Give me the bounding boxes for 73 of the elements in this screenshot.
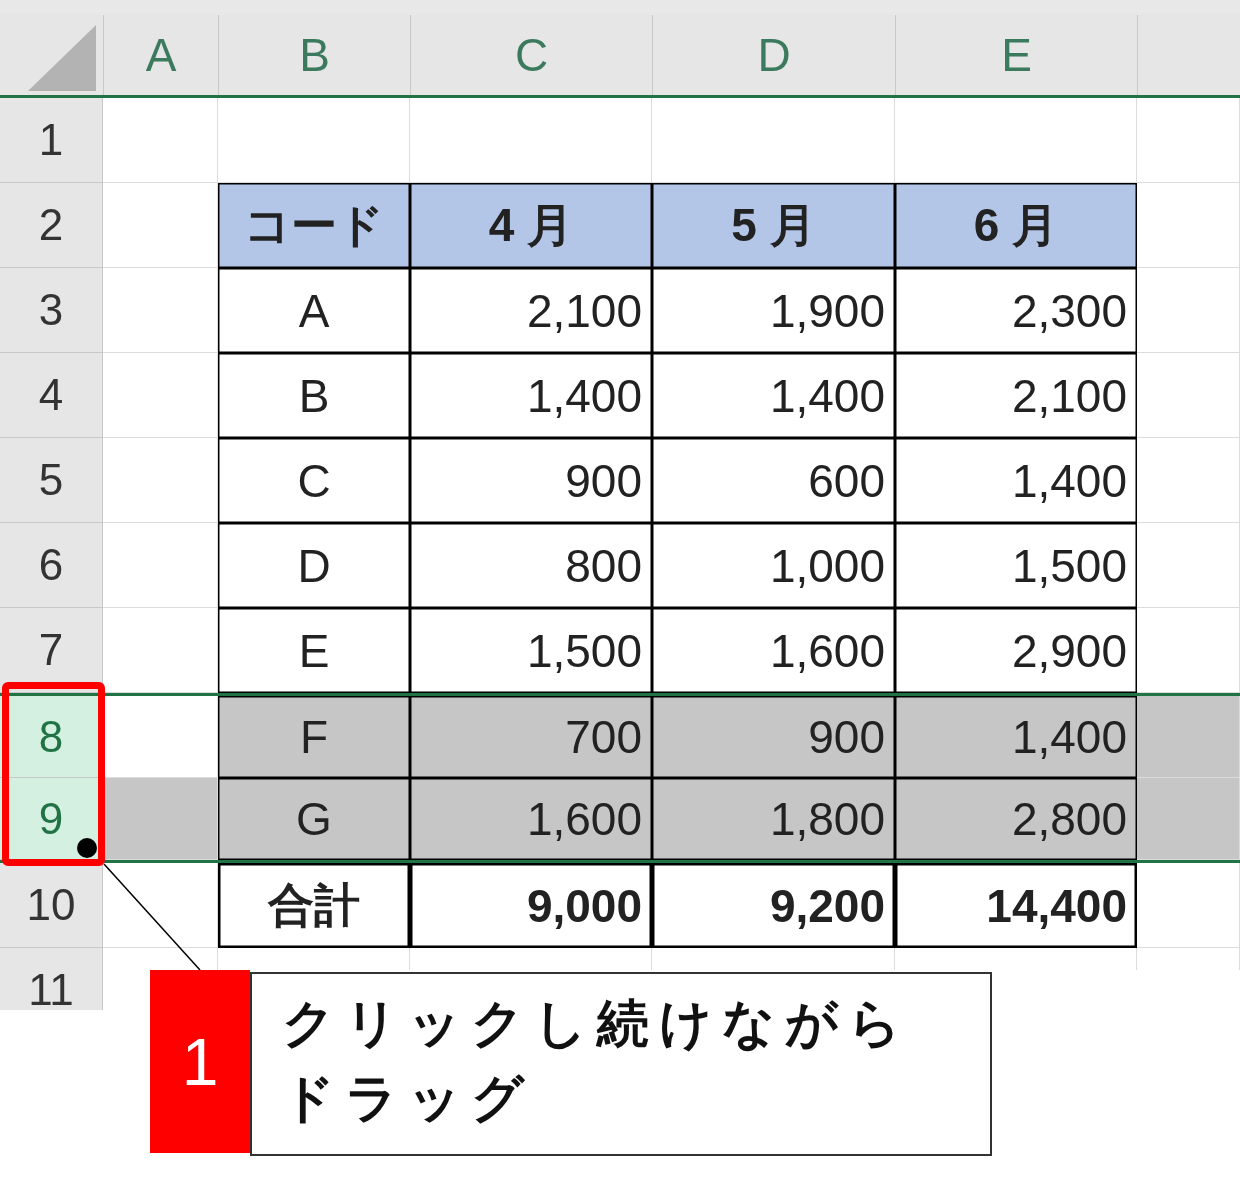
grid-cell[interactable] <box>103 98 218 183</box>
table-cell: D <box>218 523 410 608</box>
table-cell: B <box>218 353 410 438</box>
step-number: 1 <box>150 970 250 1153</box>
table-cell: 1,600 <box>652 608 895 693</box>
row-header[interactable]: 10 <box>0 863 103 948</box>
table-cell: 9,000 <box>410 863 652 948</box>
column-header[interactable]: D <box>653 15 896 95</box>
table-cell: 5 月 <box>652 183 895 268</box>
column-header[interactable] <box>1138 15 1240 95</box>
table-cell: 14,400 <box>895 863 1137 948</box>
table-cell: 1,400 <box>895 696 1137 778</box>
row-header[interactable]: 5 <box>0 438 103 523</box>
grid-cell[interactable] <box>1137 268 1240 353</box>
table-cell: 1,400 <box>410 353 652 438</box>
table-cell: 1,500 <box>410 608 652 693</box>
selected-cell[interactable] <box>1137 696 1240 778</box>
row-header[interactable]: 7 <box>0 608 103 693</box>
row-header[interactable]: 6 <box>0 523 103 608</box>
grid-cell[interactable] <box>1137 438 1240 523</box>
table-cell: C <box>218 438 410 523</box>
table-cell: 4 月 <box>410 183 652 268</box>
instruction-text: クリックし続けながらドラッグ <box>250 972 992 1156</box>
table-cell: 900 <box>410 438 652 523</box>
selected-cell[interactable] <box>1137 778 1240 860</box>
column-header[interactable]: E <box>896 15 1138 95</box>
table-cell: 1,000 <box>652 523 895 608</box>
table-cell: G <box>218 778 410 860</box>
selected-cell[interactable] <box>103 778 218 860</box>
grid-cell[interactable] <box>103 863 218 948</box>
table-cell: コード <box>218 183 410 268</box>
grid-cell[interactable] <box>103 523 218 608</box>
column-header[interactable]: A <box>104 15 219 95</box>
grid-cell[interactable] <box>1137 523 1240 608</box>
table-cell: 9,200 <box>652 863 895 948</box>
grid-cell[interactable] <box>1137 183 1240 268</box>
table-cell: F <box>218 696 410 778</box>
table-cell: 700 <box>410 696 652 778</box>
grid-cell[interactable] <box>1137 98 1240 183</box>
row-header[interactable]: 4 <box>0 353 103 438</box>
corner-triangle-icon <box>26 23 98 93</box>
table-cell: 2,900 <box>895 608 1137 693</box>
table-cell: 1,500 <box>895 523 1137 608</box>
table-cell: E <box>218 608 410 693</box>
row-header[interactable]: 1 <box>0 98 103 183</box>
column-header[interactable]: B <box>219 15 411 95</box>
grid-cell[interactable] <box>103 438 218 523</box>
grid-cell[interactable] <box>1137 863 1240 948</box>
table-cell: 1,800 <box>652 778 895 860</box>
column-header[interactable]: C <box>411 15 653 95</box>
table-cell: 合計 <box>218 863 410 948</box>
table-cell: 600 <box>652 438 895 523</box>
row-header[interactable]: 3 <box>0 268 103 353</box>
grid-cell[interactable] <box>103 353 218 438</box>
table-cell: 800 <box>410 523 652 608</box>
table-cell: 2,100 <box>410 268 652 353</box>
table-cell: 2,100 <box>895 353 1137 438</box>
table-cell: 2,800 <box>895 778 1137 860</box>
table-cell: A <box>218 268 410 353</box>
table-cell: 2,300 <box>895 268 1137 353</box>
grid-cell[interactable] <box>1137 608 1240 693</box>
row-header[interactable]: 2 <box>0 183 103 268</box>
table-cell: 1,400 <box>652 353 895 438</box>
table-cell: 900 <box>652 696 895 778</box>
row-header[interactable]: 11 <box>0 948 103 1010</box>
table-cell: 6 月 <box>895 183 1137 268</box>
grid-cell[interactable] <box>1137 353 1240 438</box>
grid-cell[interactable] <box>103 608 218 693</box>
table-cell: 1,400 <box>895 438 1137 523</box>
grid-cell[interactable] <box>103 268 218 353</box>
table-cell: 1,600 <box>410 778 652 860</box>
select-all-corner[interactable] <box>0 15 104 95</box>
table-cell: 1,900 <box>652 268 895 353</box>
